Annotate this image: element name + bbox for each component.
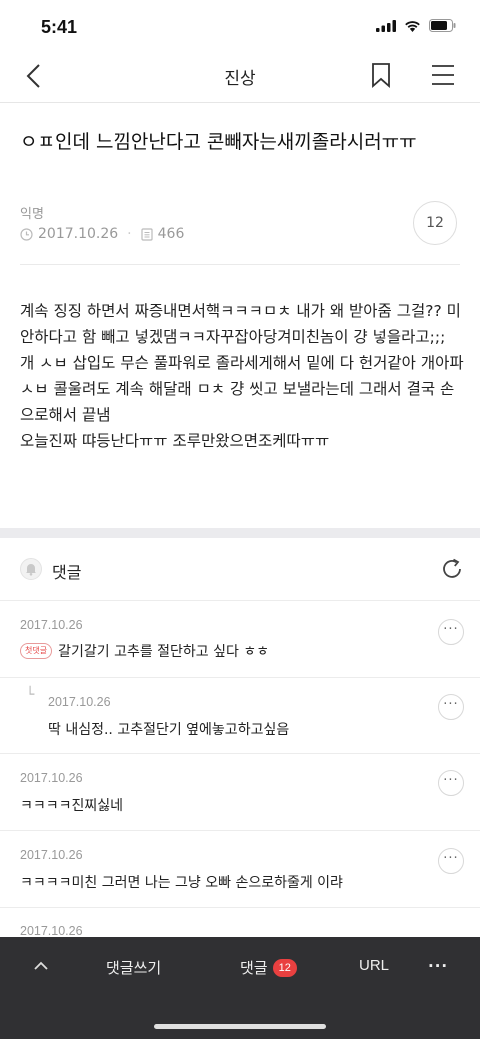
comment-text: ㅋㅋㅋㅋ진찌싫네 bbox=[20, 798, 124, 814]
status-icons bbox=[376, 19, 456, 32]
refresh-icon[interactable] bbox=[440, 557, 464, 581]
comment-more-button[interactable]: ··· bbox=[438, 770, 464, 796]
comment-text: 첫댓글 갈기갈기 고추를 절단하고 싶다 ㅎㅎ bbox=[20, 641, 269, 661]
comments-button-label: 댓글 bbox=[240, 959, 268, 977]
comment-reply-item: └ 2017.10.26 딱 내심정.. 고추절단기 옆에놓고하고싶음 ··· bbox=[0, 677, 480, 754]
post-views: 466 bbox=[157, 226, 185, 242]
signal-icon bbox=[376, 19, 396, 32]
comments-header: 댓글 bbox=[0, 538, 480, 601]
comment-more-button[interactable]: ··· bbox=[438, 619, 464, 645]
post-date: 2017.10.26 bbox=[38, 226, 119, 242]
comments-label: 댓글 bbox=[52, 563, 82, 582]
comments-button[interactable]: 댓글 12 bbox=[240, 957, 297, 978]
reply-indicator-icon: └ bbox=[26, 687, 35, 703]
comment-date: 2017.10.26 bbox=[20, 924, 83, 938]
section-separator bbox=[0, 528, 480, 538]
status-bar: 5:41 bbox=[0, 0, 480, 50]
post-meta: 2017.10.26 · 466 bbox=[20, 226, 184, 242]
comment-count-button[interactable]: 12 bbox=[413, 201, 457, 245]
meta-separator: · bbox=[127, 226, 132, 242]
comment-text: 딱 내심정.. 고추절단기 옆에놓고하고싶음 bbox=[48, 722, 290, 738]
bell-icon[interactable] bbox=[20, 558, 42, 580]
write-comment-button[interactable]: 댓글쓰기 bbox=[106, 957, 161, 978]
wifi-icon bbox=[405, 20, 420, 32]
scroll-up-icon[interactable] bbox=[33, 961, 49, 971]
comment-date: 2017.10.26 bbox=[20, 848, 83, 862]
battery-icon bbox=[429, 19, 456, 32]
post-title: ㅇㅍ인데 느낌안난다고 콘빼자는새끼졸라시러ㅠㅠ bbox=[20, 131, 417, 153]
more-options-button[interactable]: ··· bbox=[428, 957, 448, 975]
menu-icon[interactable] bbox=[430, 63, 456, 87]
post-body: 계속 징징 하면서 짜증내면서핵ㅋㅋㅋㅁㅊ 내가 왜 받아줌 그걸?? 미안하다… bbox=[20, 302, 464, 450]
comment-more-button[interactable]: ··· bbox=[438, 694, 464, 720]
navigation-bar: 진상 bbox=[0, 50, 480, 103]
comment-date: 2017.10.26 bbox=[20, 618, 83, 632]
comment-body: 갈기갈기 고추를 절단하고 싶다 ㅎㅎ bbox=[58, 644, 270, 660]
post-author: 익명 bbox=[20, 207, 44, 222]
comment-item: 2017.10.26 첫댓글 갈기갈기 고추를 절단하고 싶다 ㅎㅎ ··· bbox=[0, 601, 480, 678]
bookmark-icon[interactable] bbox=[370, 62, 392, 88]
views-icon bbox=[141, 227, 153, 241]
first-comment-badge: 첫댓글 bbox=[20, 643, 53, 659]
comments-count-badge: 12 bbox=[272, 958, 297, 977]
divider bbox=[20, 264, 460, 265]
comment-date: 2017.10.26 bbox=[20, 771, 83, 785]
url-button[interactable]: URL bbox=[359, 957, 389, 974]
status-time: 5:41 bbox=[41, 17, 78, 37]
comment-text: ㅋㅋㅋㅋ미친 그러면 나는 그냥 오빠 손으로하줄게 이랴 bbox=[20, 875, 343, 891]
comment-more-button[interactable]: ··· bbox=[438, 848, 464, 874]
clock-icon bbox=[20, 227, 33, 241]
board-title: 진상 bbox=[224, 69, 256, 89]
comment-item: 2017.10.26 ㅋㅋㅋㅋ진찌싫네 ··· bbox=[0, 753, 480, 831]
comment-item: 2017.10.26 ㅋㅋㅋㅋ미친 그러면 나는 그냥 오빠 손으로하줄게 이랴… bbox=[0, 830, 480, 908]
comment-date: 2017.10.26 bbox=[48, 695, 111, 709]
home-indicator bbox=[154, 1024, 326, 1029]
